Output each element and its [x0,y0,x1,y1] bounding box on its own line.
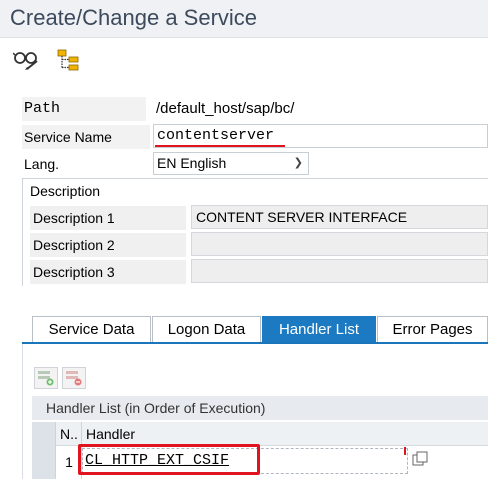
value-help-icon [412,451,428,466]
tab-service-data[interactable]: Service Data [32,316,151,342]
title-bar: Create/Change a Service [0,0,488,38]
lang-label: Lang. [24,156,60,172]
delete-row-icon [66,371,82,386]
path-value: /default_host/sap/bc/ [156,100,295,117]
service-name-label: Service Name [22,125,150,149]
hierarchy-tree-icon [57,49,79,71]
description-1-label: Description 1 [30,206,186,230]
insert-row-icon [38,371,54,386]
chevron-down-icon: ❯ [293,157,303,169]
description-1-field[interactable]: CONTENT SERVER INTERFACE [191,205,488,229]
tab-error-pages[interactable]: Error Pages [377,316,488,342]
path-label: Path [22,97,146,121]
hierarchy-button[interactable] [54,46,82,74]
handler-list-title: Handler List (in Order of Execution) [32,396,488,420]
description-3-field[interactable] [191,259,488,283]
tab-handler-list[interactable]: Handler List [262,316,376,342]
lang-value: EN English [157,155,227,171]
column-header-handler[interactable]: Handler [86,422,135,446]
description-2-label: Description 2 [30,233,186,257]
handler-highlight-box [78,444,260,475]
row-selector-column[interactable] [32,422,56,479]
display-change-button[interactable] [12,46,40,74]
delete-row-button[interactable] [62,367,86,389]
value-help-button[interactable] [410,449,430,469]
column-header-no[interactable]: N.. [60,422,78,446]
description-3-label: Description 3 [30,260,186,284]
cell-marker [404,447,406,455]
glasses-pencil-icon [13,52,38,70]
description-header: Description [30,183,101,199]
tab-logon-data[interactable]: Logon Data [152,316,261,342]
service-name-highlight [155,145,285,147]
page-title: Create/Change a Service [10,5,258,30]
toolbar [0,38,488,82]
description-2-field[interactable] [191,232,488,256]
lang-select[interactable]: EN English ❯ [153,152,309,175]
insert-row-button[interactable] [34,367,58,389]
